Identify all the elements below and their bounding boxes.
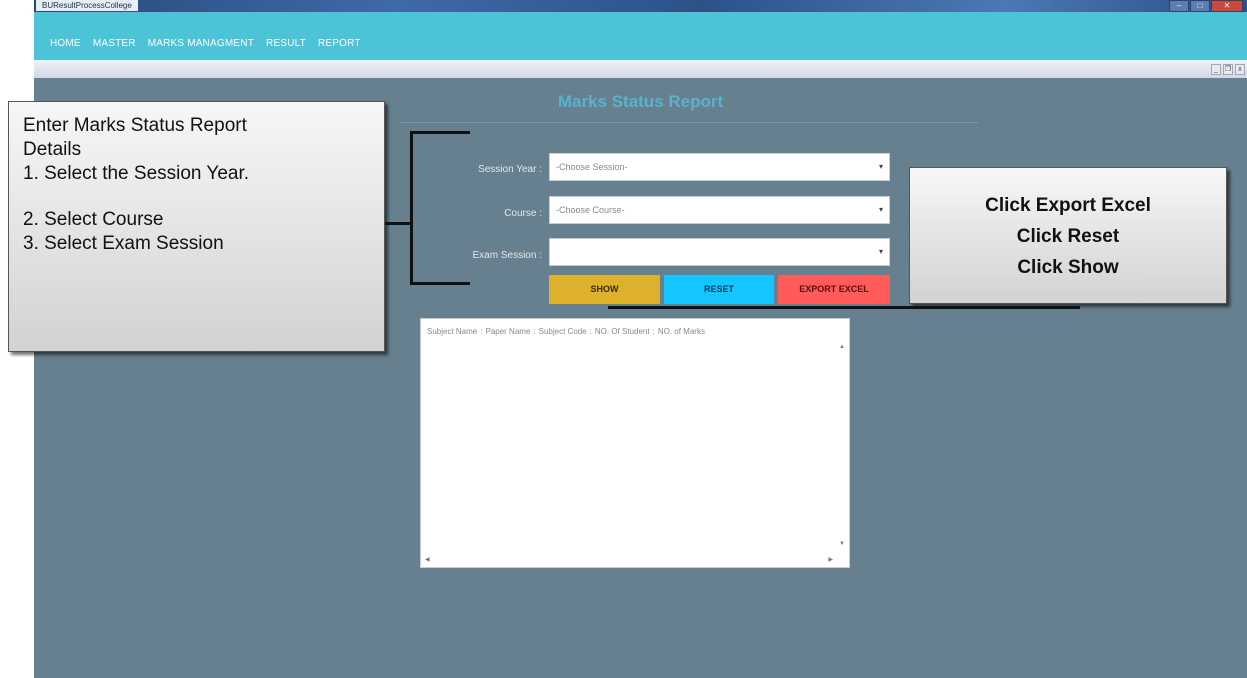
dropdown-arrow-icon: ▾ (878, 162, 883, 171)
mdi-controls: _ ❐ x (1211, 64, 1245, 75)
bracket-line (410, 131, 470, 134)
column-header[interactable]: NO. of Marks (658, 327, 705, 336)
mdi-minimize-icon[interactable]: _ (1211, 64, 1221, 75)
grid-header: Subject Name: Paper Name: Subject Code: … (427, 327, 705, 336)
course-label: Course : (504, 208, 542, 219)
scroll-right-icon[interactable]: ▶ (828, 556, 833, 563)
column-header[interactable]: Subject Name (427, 327, 477, 336)
menu-item-result[interactable]: RESULT (266, 38, 306, 49)
export-excel-button[interactable]: EXPORT EXCEL (778, 275, 890, 304)
dropdown-arrow-icon: ▾ (878, 247, 883, 256)
column-header[interactable]: Paper Name (485, 327, 530, 336)
results-grid[interactable]: Subject Name: Paper Name: Subject Code: … (420, 318, 850, 568)
menu-item-master[interactable]: MASTER (93, 38, 136, 49)
callout-line: 3. Select Exam Session (23, 233, 224, 254)
session-year-label: Session Year : (478, 164, 542, 175)
connector-line (385, 222, 412, 225)
window-title: BUResultProcessCollege (36, 0, 138, 11)
column-header[interactable]: NO. Of Student (595, 327, 650, 336)
scroll-down-icon[interactable]: ▼ (839, 541, 845, 547)
close-icon[interactable]: ✕ (1211, 0, 1243, 12)
course-value: -Choose Course- (556, 205, 625, 215)
session-year-value: -Choose Session- (556, 162, 628, 172)
maximize-icon[interactable]: □ (1190, 0, 1210, 12)
menu-item-report[interactable]: REPORT (318, 38, 361, 49)
course-select[interactable]: -Choose Course- ▾ (549, 196, 890, 224)
callout-line: 1. Select the Session Year. (23, 163, 250, 184)
callout-line: Click Show (1017, 257, 1119, 278)
minimize-icon[interactable]: – (1169, 0, 1189, 12)
menu-item-marks-management[interactable]: MARKS MANAGMENT (148, 38, 254, 49)
main-menu: HOME MASTER MARKS MANAGMENT RESULT REPOR… (50, 38, 361, 49)
pointer-line (608, 306, 1080, 309)
callout-line: Click Reset (1016, 226, 1120, 247)
bracket-line (410, 131, 413, 285)
show-button[interactable]: SHOW (549, 275, 660, 304)
scroll-up-icon[interactable]: ▲ (839, 344, 845, 350)
menu-item-home[interactable]: HOME (50, 38, 81, 49)
session-year-select[interactable]: -Choose Session- ▾ (549, 153, 890, 181)
exam-session-label: Exam Session : (472, 250, 542, 261)
scroll-left-icon[interactable]: ◀ (425, 556, 430, 563)
mdi-restore-icon[interactable]: ❐ (1223, 64, 1233, 75)
callout-line: 2. Select Course (23, 209, 164, 230)
dropdown-arrow-icon: ▾ (878, 205, 883, 214)
column-header[interactable]: Subject Code (539, 327, 587, 336)
instruction-callout-left: Enter Marks Status Report Details 1. Sel… (8, 101, 385, 352)
title-divider (400, 122, 978, 123)
callout-line: Details (23, 139, 82, 160)
mdi-close-icon[interactable]: x (1235, 64, 1245, 75)
exam-session-select[interactable]: ▾ (549, 238, 890, 266)
mdi-bar: _ ❐ x (34, 60, 1247, 78)
window-controls: – □ ✕ (1168, 0, 1243, 12)
bracket-line (410, 282, 470, 285)
reset-button[interactable]: RESET (664, 275, 774, 304)
callout-line: Enter Marks Status Report (23, 115, 247, 136)
title-bar: BUResultProcessCollege – □ ✕ (34, 0, 1247, 12)
instruction-callout-right: Click Export Excel Click Reset Click Sho… (909, 167, 1227, 304)
callout-line: Click Export Excel (985, 195, 1151, 216)
menu-bar: HOME MASTER MARKS MANAGMENT RESULT REPOR… (34, 12, 1247, 60)
